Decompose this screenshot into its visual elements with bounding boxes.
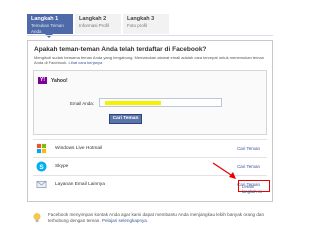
email-redaction-highlight (105, 101, 161, 105)
step-3-tab: Langkah 3 Foto profil (123, 14, 169, 34)
svg-text:S: S (39, 164, 44, 171)
email-label: Email Anda: (70, 101, 95, 106)
provider-row-other-email: Layanan Email Lainnya Cari Teman (33, 175, 267, 193)
step-2-tab: Langkah 2 Informasi Profil (75, 14, 121, 34)
description: Mengikuti sudah bersama teman Anda yang … (34, 55, 266, 65)
step-3-subtitle: Foto profil (127, 23, 148, 28)
page-title: Apakah teman-teman Anda telah terdaftar … (34, 46, 207, 53)
provider-name: Windows Live Hotmail (55, 146, 103, 151)
email-icon (36, 180, 47, 189)
step-1-subtitle: Temukan Teman Anda (31, 23, 64, 34)
hotmail-icon (36, 143, 47, 154)
find-friends-button[interactable]: Cari Teman (109, 114, 142, 124)
email-field[interactable] (99, 98, 222, 107)
skype-find-friends-link[interactable]: Cari Teman (237, 164, 260, 169)
skip-step-highlight: Lewati langkah ini (238, 180, 270, 194)
yahoo-logo-icon: Y! (38, 77, 47, 84)
step-1-tab: Langkah 1 Temukan Teman Anda (27, 14, 73, 38)
step-2-subtitle: Informasi Profil (79, 23, 110, 28)
lightbulb-icon (33, 213, 41, 222)
provider-name: Skype (55, 164, 69, 169)
step-tabs: Langkah 1 Temukan Teman Anda Langkah 2 I… (27, 14, 171, 38)
step-3-title: Langkah 3 (127, 16, 155, 22)
hotmail-find-friends-link[interactable]: Cari Teman (237, 146, 260, 151)
step-2-title: Langkah 2 (79, 16, 107, 22)
learn-how-link[interactable]: Lihat cara kerjanya (68, 60, 102, 65)
find-friends-panel: Apakah teman-teman Anda telah terdaftar … (27, 40, 273, 202)
provider-row-hotmail: Windows Live Hotmail Cari Teman (33, 139, 267, 157)
provider-name: Layanan Email Lainnya (55, 182, 105, 187)
learn-more-link[interactable]: Pelajari selengkapnya. (102, 218, 148, 223)
footer-text: Facebook menyimpan kontak Anda agar kami… (48, 212, 265, 223)
step-1-title: Langkah 1 (31, 16, 59, 22)
footer-note: Facebook menyimpan kontak Anda agar kami… (48, 212, 280, 224)
skype-icon: S (36, 161, 47, 172)
yahoo-name: Yahoo! (51, 78, 68, 84)
yahoo-section: Y! Yahoo! Email Anda: Cari Teman (33, 70, 267, 135)
skip-step-link[interactable]: Lewati langkah ini (242, 184, 269, 194)
steps-divider (27, 35, 273, 36)
provider-row-skype: S Skype Cari Teman (33, 157, 267, 175)
